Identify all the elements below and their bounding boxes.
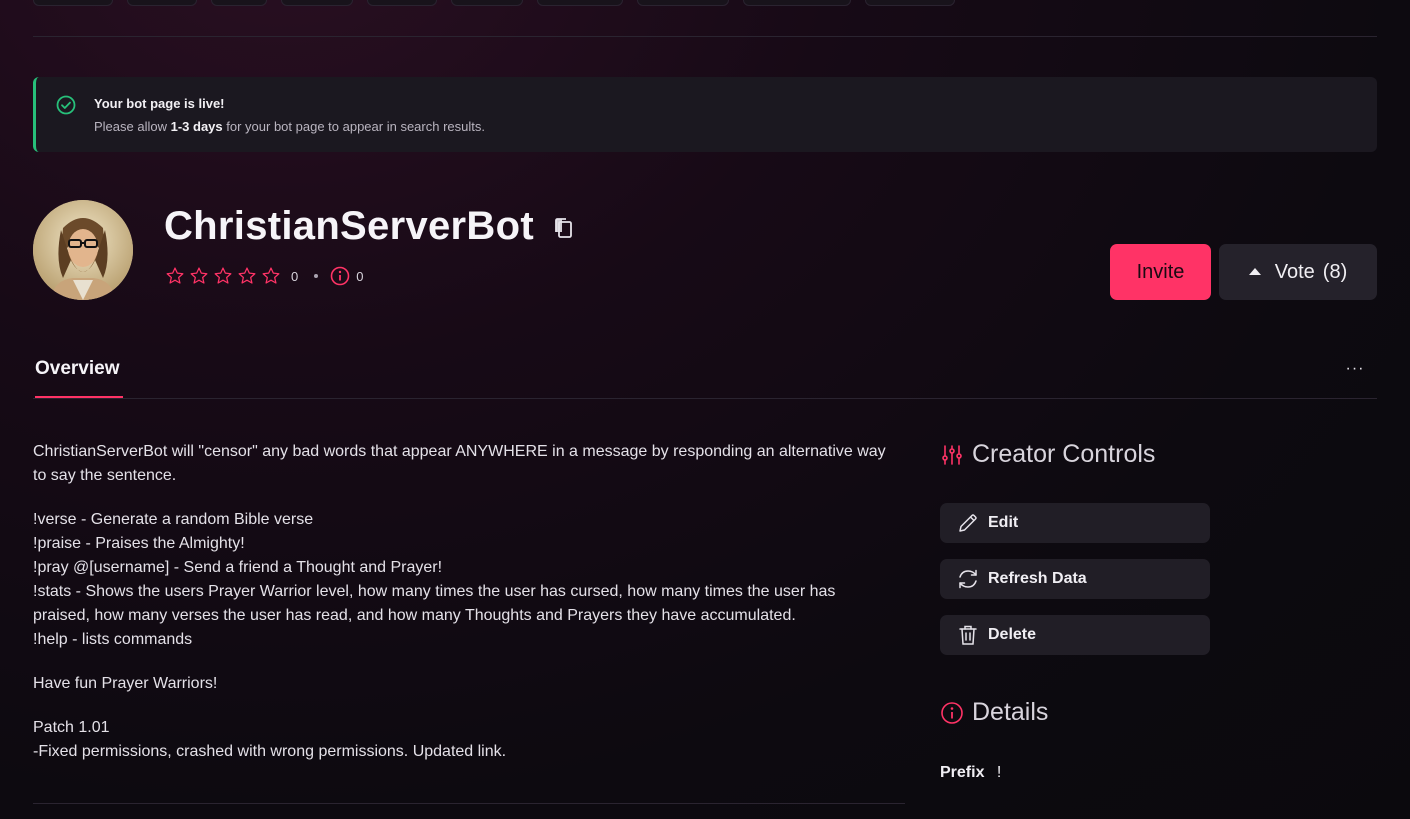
alert-body-bold: 1-3 days	[170, 119, 223, 134]
nav-pill[interactable]	[127, 0, 197, 6]
separator-dot	[314, 274, 319, 278]
nav-pill[interactable]	[743, 0, 851, 6]
command-item: !stats - Shows the users Prayer Warrior …	[33, 583, 836, 624]
prefix-row: Prefix !	[940, 764, 1001, 782]
command-item: !pray @[username] - Send a friend a Thou…	[33, 559, 443, 576]
patch-title: Patch 1.01	[33, 719, 110, 736]
star-outline-icon[interactable]	[237, 266, 257, 286]
description-divider	[33, 803, 905, 804]
prefix-label: Prefix	[940, 764, 985, 781]
patch-notes: Patch 1.01 -Fixed permissions, crashed w…	[33, 716, 893, 764]
invite-label: Invite	[1136, 260, 1185, 283]
trash-icon	[959, 625, 977, 645]
top-divider	[33, 36, 1377, 37]
rating-count: 0	[291, 268, 299, 284]
info-circle-icon[interactable]	[330, 266, 350, 286]
star-outline-icon[interactable]	[189, 266, 209, 286]
copy-icon[interactable]	[552, 216, 576, 240]
caret-up-icon	[1248, 267, 1261, 275]
nav-pill[interactable]	[451, 0, 523, 6]
star-outline-icon[interactable]	[165, 266, 185, 286]
tabs-divider	[33, 398, 1377, 399]
nav-pill[interactable]	[33, 0, 113, 6]
edit-button[interactable]: Edit	[940, 503, 1210, 543]
star-outline-icon[interactable]	[261, 266, 281, 286]
details-title: Details	[972, 698, 1049, 726]
check-circle-icon	[56, 95, 76, 115]
vote-count: (8)	[1322, 260, 1348, 283]
command-list: !verse - Generate a random Bible verse !…	[33, 508, 893, 652]
live-alert-banner: Your bot page is live! Please allow 1-3 …	[33, 77, 1377, 152]
alert-body-suffix: for your bot page to appear in search re…	[222, 119, 485, 134]
nav-pill[interactable]	[281, 0, 353, 6]
nav-pill[interactable]	[367, 0, 437, 6]
command-item: !help - lists commands	[33, 631, 193, 648]
command-item: !praise - Praises the Almighty!	[33, 535, 245, 552]
refresh-label: Refresh Data	[988, 570, 1087, 587]
delete-button[interactable]: Delete	[940, 615, 1210, 655]
invite-button[interactable]: Invite	[1110, 244, 1211, 300]
info-circle-icon	[941, 701, 963, 724]
patch-note: -Fixed permissions, crashed with wrong p…	[33, 743, 507, 760]
star-outline-icon[interactable]	[213, 266, 233, 286]
nav-pill[interactable]	[865, 0, 955, 6]
active-tab-indicator	[35, 396, 123, 398]
alert-body-prefix: Please allow	[94, 119, 171, 134]
prefix-value: !	[996, 764, 1002, 781]
description-outro: Have fun Prayer Warriors!	[33, 675, 218, 692]
alert-title: Your bot page is live!	[94, 96, 225, 111]
refresh-icon	[959, 569, 977, 589]
vote-label: Vote	[1274, 260, 1315, 283]
bot-name: ChristianServerBot	[164, 204, 534, 248]
creator-controls-heading: Creator Controls	[940, 440, 1155, 469]
bot-avatar	[33, 200, 133, 300]
pencil-icon	[959, 514, 977, 532]
edit-label: Edit	[988, 514, 1019, 531]
vote-button[interactable]: Vote (8)	[1219, 244, 1377, 300]
refresh-data-button[interactable]: Refresh Data	[940, 559, 1210, 599]
command-item: !verse - Generate a random Bible verse	[33, 511, 314, 528]
top-nav-strip	[33, 0, 955, 6]
bot-description: ChristianServerBot will "censor" any bad…	[33, 440, 893, 784]
delete-label: Delete	[988, 626, 1037, 643]
nav-pill[interactable]	[211, 0, 267, 6]
description-intro: ChristianServerBot will "censor" any bad…	[33, 443, 886, 484]
rating-row: 0 0	[165, 265, 363, 287]
reports-count: 0	[356, 268, 364, 284]
nav-pill[interactable]	[637, 0, 729, 6]
nav-pill[interactable]	[537, 0, 623, 6]
creator-controls-title: Creator Controls	[972, 440, 1156, 468]
details-heading: Details	[940, 698, 1048, 727]
tab-overview[interactable]: Overview	[35, 358, 120, 380]
more-options-button[interactable]: ···	[1343, 360, 1367, 380]
alert-body: Please allow 1-3 days for your bot page …	[94, 119, 485, 134]
sliders-icon	[942, 444, 962, 465]
